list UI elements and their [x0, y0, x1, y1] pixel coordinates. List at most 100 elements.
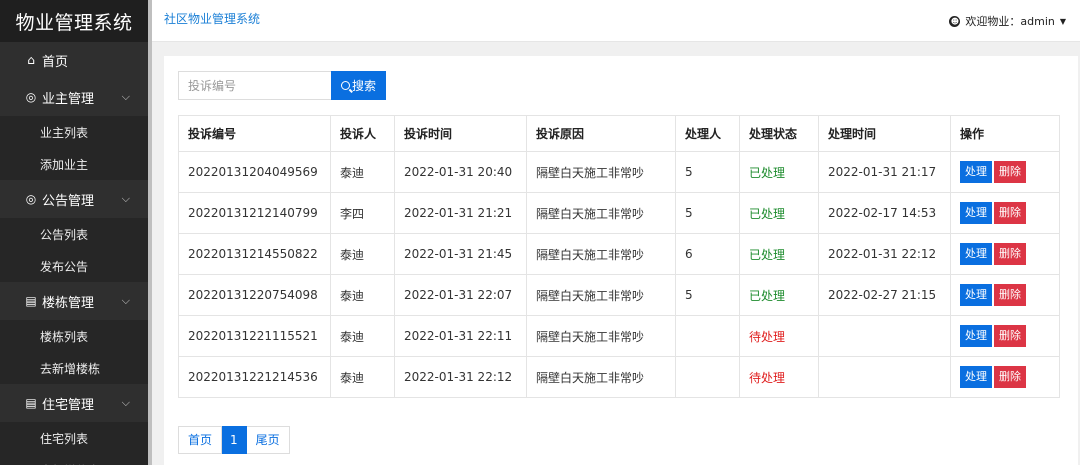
table-cell: 2022-01-31 22:12 [818, 233, 951, 275]
table-cell: 2022-01-31 21:21 [394, 192, 527, 234]
home-icon: ⌂ [27, 53, 35, 67]
sidebar-group-residences[interactable]: ▤ 住宅管理 ⌵ [0, 384, 148, 422]
table-cell [818, 315, 951, 357]
header-title[interactable]: 社区物业管理系统 [164, 10, 260, 27]
table-cell: 隔壁白天施工非常吵 [526, 233, 676, 275]
caret-down-icon: ▼ [1059, 16, 1066, 26]
sidebar-item-add-residence[interactable]: 去新增住宅 [0, 454, 148, 465]
user-greeting: 欢迎物业：admin [965, 15, 1055, 28]
handle-button[interactable]: 处理 [960, 161, 992, 183]
handle-button[interactable]: 处理 [960, 202, 992, 224]
table-cell-actions: 处理 删除 [950, 356, 1060, 398]
table-cell [818, 356, 951, 398]
delete-button[interactable]: 删除 [994, 243, 1026, 265]
app-brand: 物业管理系统 [0, 0, 148, 42]
sidebar-item-residence-list[interactable]: 住宅列表 [0, 422, 148, 454]
delete-button[interactable]: 删除 [994, 366, 1026, 388]
table-cell: 泰迪 [330, 356, 395, 398]
table-cell: 已处理 [739, 192, 819, 234]
search-input[interactable] [178, 71, 331, 100]
search-button[interactable]: 搜索 [331, 71, 386, 100]
col-header: 投诉人 [330, 115, 395, 152]
table-cell: 已处理 [739, 233, 819, 275]
table-cell: 2022-01-31 21:45 [394, 233, 527, 275]
sidebar-item-label: 首页 [42, 54, 69, 70]
table-cell: 隔壁白天施工非常吵 [526, 356, 676, 398]
table-cell: 2022-01-31 20:40 [394, 151, 527, 193]
search-button-label: 搜索 [351, 79, 376, 93]
table-cell: 隔壁白天施工非常吵 [526, 151, 676, 193]
table-header-row: 投诉编号 投诉人 投诉时间 投诉原因 处理人 处理状态 处理时间 操作 [178, 115, 1060, 152]
sidebar-item-add-building[interactable]: 去新增楼栋 [0, 352, 148, 384]
pager-first[interactable]: 首页 [178, 426, 223, 454]
table-cell: 5 [675, 274, 740, 316]
table-cell: 2022-01-31 21:17 [818, 151, 951, 193]
sidebar-item-owner-list[interactable]: 业主列表 [0, 116, 148, 148]
table-cell: 待处理 [739, 356, 819, 398]
table-cell: 20220131221214536 [178, 356, 331, 398]
sidebar-item-publish-notice[interactable]: 发布公告 [0, 250, 148, 282]
sidebar-item-notice-list[interactable]: 公告列表 [0, 218, 148, 250]
col-header: 操作 [950, 115, 1060, 152]
pagination: 首页 1 尾页 [178, 426, 290, 454]
delete-button[interactable]: 删除 [994, 325, 1026, 347]
sidebar-group-label: 楼栋管理 [42, 295, 95, 311]
chevron-down-icon: ⌵ [121, 396, 130, 409]
table-cell: 隔壁白天施工非常吵 [526, 315, 676, 357]
sidebar-group-buildings[interactable]: ▤ 楼栋管理 ⌵ [0, 282, 148, 320]
table-cell-actions: 处理 删除 [950, 274, 1060, 316]
pager-current[interactable]: 1 [222, 426, 247, 454]
table-row: 20220131221115521 泰迪 2022-01-31 22:11 隔壁白天施… [178, 315, 1060, 357]
sidebar-group-label: 业主管理 [42, 91, 95, 107]
table-cell: 2022-01-31 22:11 [394, 315, 527, 357]
col-header: 处理人 [675, 115, 740, 152]
handle-button[interactable]: 处理 [960, 366, 992, 388]
col-header: 投诉编号 [178, 115, 331, 152]
table-cell: 20220131221115521 [178, 315, 331, 357]
table-cell: 20220131214550822 [178, 233, 331, 275]
sidebar-group-label: 公告管理 [42, 193, 95, 209]
table-row: 20220131214550822 泰迪 2022-01-31 21:45 隔壁白天施… [178, 233, 1060, 275]
table-cell: 待处理 [739, 315, 819, 357]
table-cell: 20220131212140799 [178, 192, 331, 234]
sidebar-group-label: 住宅管理 [42, 397, 95, 413]
table-cell: 6 [675, 233, 740, 275]
table-cell: 5 [675, 151, 740, 193]
handle-button[interactable]: 处理 [960, 325, 992, 347]
search-icon [340, 81, 350, 90]
table-cell-actions: 处理 删除 [950, 192, 1060, 234]
table-cell: 2022-02-17 14:53 [818, 192, 951, 234]
table-cell: 隔壁白天施工非常吵 [526, 274, 676, 316]
delete-button[interactable]: 删除 [994, 202, 1026, 224]
delete-button[interactable]: 删除 [994, 161, 1026, 183]
sidebar-scrollbar[interactable] [148, 0, 152, 465]
user-circle-icon: ◎ [25, 90, 37, 104]
delete-button[interactable]: 删除 [994, 284, 1026, 306]
handle-button[interactable]: 处理 [960, 284, 992, 306]
handle-button[interactable]: 处理 [960, 243, 992, 265]
table-cell: 5 [675, 192, 740, 234]
col-header: 处理状态 [739, 115, 819, 152]
sidebar-group-notices[interactable]: ◎ 公告管理 ⌵ [0, 180, 148, 218]
table-cell: 20220131204049569 [178, 151, 331, 193]
table-cell [675, 356, 740, 398]
col-header: 处理时间 [818, 115, 951, 152]
table-cell: 李四 [330, 192, 395, 234]
sidebar-group-owners[interactable]: ◎ 业主管理 ⌵ [0, 78, 148, 116]
pager-last[interactable]: 尾页 [246, 426, 290, 454]
table-cell: 已处理 [739, 151, 819, 193]
search-bar: 搜索 [178, 71, 386, 100]
sidebar-item-building-list[interactable]: 楼栋列表 [0, 320, 148, 352]
sidebar-item-add-owner[interactable]: 添加业主 [0, 148, 148, 180]
table-cell-actions: 处理 删除 [950, 233, 1060, 275]
chevron-down-icon: ⌵ [121, 192, 130, 205]
chevron-down-icon: ⌵ [121, 90, 130, 103]
table-cell: 2022-01-31 22:12 [394, 356, 527, 398]
user-menu[interactable]: ☻ 欢迎物业：admin ▼ [949, 13, 1066, 29]
complaints-table: 投诉编号 投诉人 投诉时间 投诉原因 处理人 处理状态 处理时间 操作 2022… [178, 115, 1060, 398]
sidebar: 物业管理系统 ⌂ 首页 ◎ 业主管理 ⌵ 业主列表 添加业主 ◎ 公告管理 ⌵ … [0, 0, 148, 465]
table-row: 20220131221214536 泰迪 2022-01-31 22:12 隔壁白天施… [178, 356, 1060, 398]
document-icon: ▤ [25, 396, 37, 410]
table-cell: 20220131220754098 [178, 274, 331, 316]
sidebar-item-home[interactable]: ⌂ 首页 [0, 42, 148, 78]
